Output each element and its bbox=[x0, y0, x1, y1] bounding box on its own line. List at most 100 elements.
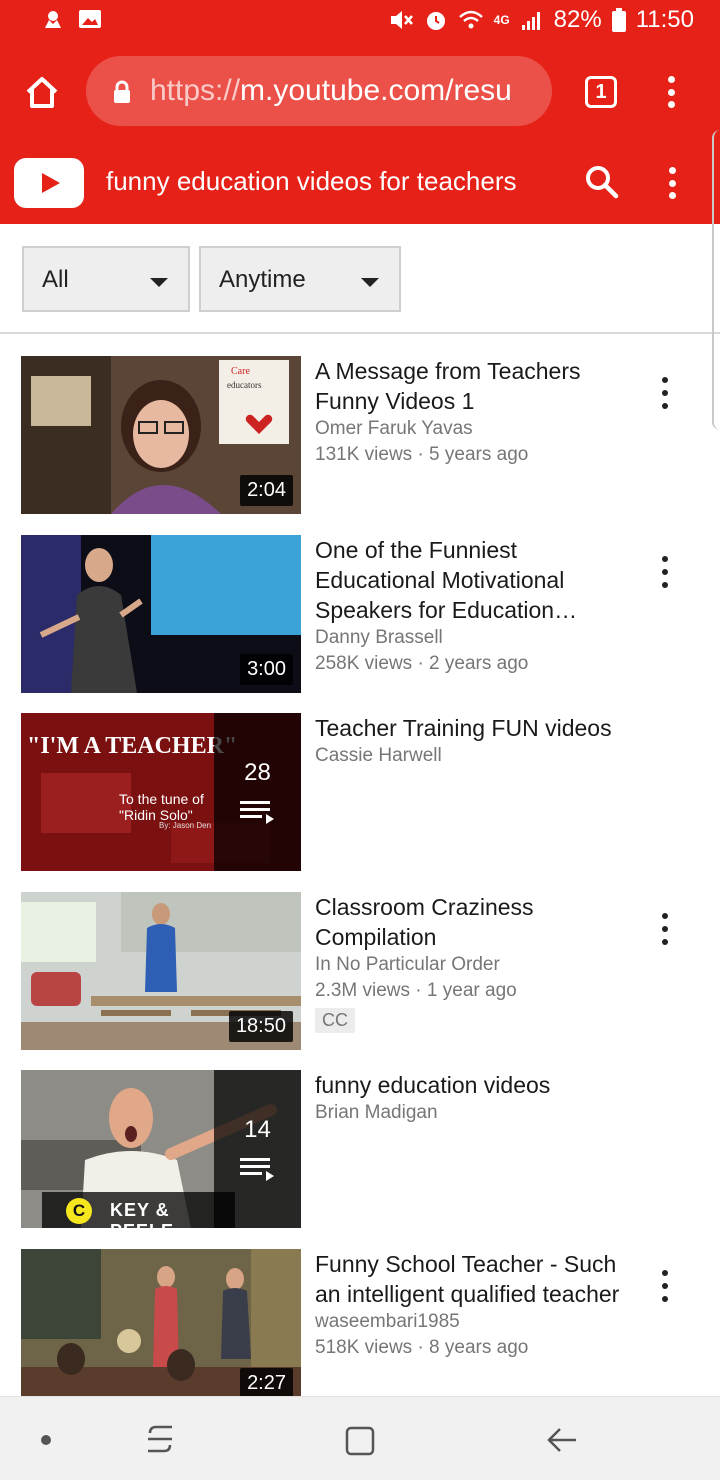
youtube-header: funny education videos for teachers bbox=[0, 142, 720, 224]
more-vert-icon bbox=[659, 556, 671, 588]
gallery-icon bbox=[78, 8, 102, 30]
back-button[interactable] bbox=[546, 1425, 578, 1460]
playlist-overlay: 28 bbox=[214, 713, 301, 871]
more-vert-icon bbox=[660, 76, 682, 108]
browser-menu-button[interactable] bbox=[660, 76, 682, 108]
search-query[interactable]: funny education videos for teachers bbox=[106, 166, 516, 197]
video-duration: 2:27 bbox=[240, 1368, 293, 1396]
youtube-logo[interactable] bbox=[14, 158, 84, 208]
result-meta: Classroom Craziness Compilation In No Pa… bbox=[315, 892, 635, 1033]
result-item[interactable]: 18:50 Classroom Craziness Compilation In… bbox=[0, 892, 720, 1050]
url-host: m.youtube.com/resu bbox=[240, 74, 512, 107]
wifi-icon bbox=[458, 8, 484, 32]
dropdown-arrow-icon bbox=[361, 278, 379, 287]
more-vert-icon bbox=[659, 377, 671, 409]
alarm-icon bbox=[424, 8, 448, 32]
battery-icon bbox=[611, 8, 626, 32]
type-filter-value: All bbox=[42, 266, 69, 293]
playlist-item[interactable]: "I'M A TEACHER" To the tune of "Ridin So… bbox=[0, 713, 720, 871]
search-results: Care educators 2:04 A Message from Teach… bbox=[0, 334, 720, 1396]
video-thumbnail[interactable]: 18:50 bbox=[21, 892, 301, 1050]
more-vert-icon bbox=[659, 1270, 671, 1302]
video-thumbnail[interactable]: 3:00 bbox=[21, 535, 301, 693]
recent-apps-icon bbox=[148, 1425, 172, 1453]
thumbnail-headline: "I'M A TEACHER" bbox=[27, 733, 238, 759]
channel-name: waseembari1985 bbox=[315, 1311, 460, 1332]
result-menu-button[interactable] bbox=[659, 1270, 671, 1302]
status-bar: 4G 82% 11:50 bbox=[0, 0, 720, 42]
comedy-central-icon: C bbox=[66, 1198, 92, 1224]
result-item[interactable]: 3:00 One of the Funniest Educational Mot… bbox=[0, 535, 720, 693]
back-arrow-icon bbox=[547, 1428, 576, 1452]
home-button[interactable] bbox=[22, 72, 62, 112]
time-filter-dropdown[interactable]: Anytime bbox=[199, 246, 401, 312]
playlist-thumbnail[interactable]: "I'M A TEACHER" To the tune of "Ridin So… bbox=[21, 713, 301, 871]
channel-logo: C KEY & PEELE bbox=[42, 1192, 235, 1228]
system-nav-bar bbox=[0, 1396, 720, 1480]
browser-toolbar: https://m.youtube.com/resu 1 bbox=[0, 42, 720, 142]
playlist-title[interactable]: Teacher Training FUN videos bbox=[315, 713, 635, 743]
result-meta: Funny School Teacher - Such an intellige… bbox=[315, 1249, 635, 1361]
youtube-menu-button[interactable] bbox=[661, 167, 683, 199]
home-icon bbox=[26, 77, 58, 108]
notification-icon bbox=[42, 8, 64, 30]
view-count: 258K views · 2 years ago bbox=[315, 653, 529, 674]
video-duration: 18:50 bbox=[228, 1011, 293, 1042]
playlist-video-count: 28 bbox=[244, 759, 271, 786]
thumbnail-credit: By: Jason Den bbox=[159, 821, 212, 830]
home-square-icon bbox=[345, 1426, 375, 1456]
view-count: 2.3M views · 1 year ago bbox=[315, 980, 517, 1001]
search-icon bbox=[586, 166, 619, 199]
channel-name: Danny Brassell bbox=[315, 627, 443, 648]
view-count: 518K views · 8 years ago bbox=[315, 1337, 529, 1358]
time-filter-value: Anytime bbox=[219, 266, 306, 293]
search-button[interactable] bbox=[584, 164, 620, 200]
channel-name: Cassie Harwell bbox=[315, 745, 442, 766]
tab-switcher-button[interactable]: 1 bbox=[585, 76, 617, 108]
result-item[interactable]: 2:27 Funny School Teacher - Such an inte… bbox=[0, 1249, 720, 1396]
svg-text:Care: Care bbox=[231, 366, 250, 377]
playlist-icon bbox=[240, 1156, 276, 1187]
signal-icon bbox=[520, 9, 544, 31]
view-count: 131K views · 5 years ago bbox=[315, 444, 529, 465]
recent-apps-button[interactable] bbox=[144, 1423, 176, 1460]
video-duration: 2:04 bbox=[240, 475, 293, 506]
channel-name: Omer Faruk Yavas bbox=[315, 418, 473, 439]
svg-text:educators: educators bbox=[227, 380, 262, 390]
result-menu-button[interactable] bbox=[659, 556, 671, 588]
url-text: https://m.youtube.com/resu bbox=[150, 74, 512, 108]
video-thumbnail[interactable]: 2:27 bbox=[21, 1249, 301, 1396]
result-menu-button[interactable] bbox=[659, 377, 671, 409]
url-scheme: https:// bbox=[150, 74, 241, 107]
channel-name: In No Particular Order bbox=[315, 954, 500, 975]
playlist-thumbnail[interactable]: C KEY & PEELE 14 bbox=[21, 1070, 301, 1228]
playlist-overlay: 14 bbox=[214, 1070, 301, 1228]
more-vert-icon bbox=[661, 167, 683, 199]
video-title[interactable]: A Message from Teachers Funny Videos 1 bbox=[315, 356, 635, 416]
home-nav-button[interactable] bbox=[344, 1425, 376, 1462]
lock-icon bbox=[112, 80, 132, 109]
channel-name: Brian Madigan bbox=[315, 1102, 438, 1123]
video-title[interactable]: Classroom Craziness Compilation bbox=[315, 892, 635, 952]
result-meta: funny education videos Brian Madigan bbox=[315, 1070, 635, 1126]
result-item[interactable]: Care educators 2:04 A Message from Teach… bbox=[0, 356, 720, 514]
nav-dot-icon[interactable] bbox=[41, 1435, 51, 1445]
clock: 11:50 bbox=[635, 6, 694, 33]
result-menu-button[interactable] bbox=[659, 913, 671, 945]
result-meta: One of the Funniest Educational Motivati… bbox=[315, 535, 635, 677]
more-vert-icon bbox=[659, 913, 671, 945]
video-title[interactable]: Funny School Teacher - Such an intellige… bbox=[315, 1249, 635, 1309]
result-meta: Teacher Training FUN videos Cassie Harwe… bbox=[315, 713, 635, 769]
type-filter-dropdown[interactable]: All bbox=[22, 246, 190, 312]
address-bar[interactable]: https://m.youtube.com/resu bbox=[86, 56, 552, 126]
search-filters: All Anytime bbox=[0, 224, 720, 334]
video-duration: 3:00 bbox=[240, 654, 293, 685]
video-thumbnail[interactable]: Care educators 2:04 bbox=[21, 356, 301, 514]
result-meta: A Message from Teachers Funny Videos 1 O… bbox=[315, 356, 635, 468]
playlist-item[interactable]: C KEY & PEELE 14 funny education videos … bbox=[0, 1070, 720, 1228]
playlist-title[interactable]: funny education videos bbox=[315, 1070, 635, 1100]
playlist-video-count: 14 bbox=[244, 1116, 271, 1143]
cc-badge: CC bbox=[315, 1008, 355, 1033]
mute-icon bbox=[388, 7, 414, 33]
video-title[interactable]: One of the Funniest Educational Motivati… bbox=[315, 535, 635, 625]
